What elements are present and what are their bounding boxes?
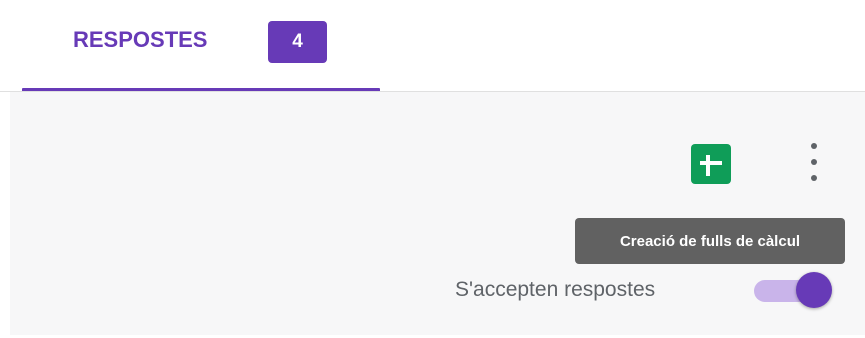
accepting-responses-toggle[interactable] bbox=[752, 271, 834, 311]
tab-label: RESPOSTES bbox=[73, 27, 208, 52]
toggle-knob bbox=[796, 272, 832, 308]
tab-respostes[interactable]: RESPOSTES 4 bbox=[22, 0, 380, 92]
response-count-badge: 4 bbox=[268, 21, 327, 63]
sheets-icon-vertical-line bbox=[706, 155, 710, 176]
tab-bar: RESPOSTES 4 bbox=[0, 0, 865, 92]
more-dot bbox=[811, 143, 817, 149]
more-vert-icon[interactable] bbox=[800, 140, 828, 184]
sheets-icon-horizontal-line bbox=[700, 161, 722, 165]
more-dot bbox=[811, 159, 817, 165]
create-spreadsheet-tooltip: Creació de fulls de càlcul bbox=[575, 218, 845, 264]
accepting-responses-label: S'accepten respostes bbox=[455, 278, 656, 301]
responses-panel bbox=[10, 92, 865, 335]
responses-page: RESPOSTES 4 Creació de fulls de càlcul S… bbox=[0, 0, 865, 338]
more-dot bbox=[811, 175, 817, 181]
google-sheets-icon[interactable] bbox=[691, 144, 731, 184]
